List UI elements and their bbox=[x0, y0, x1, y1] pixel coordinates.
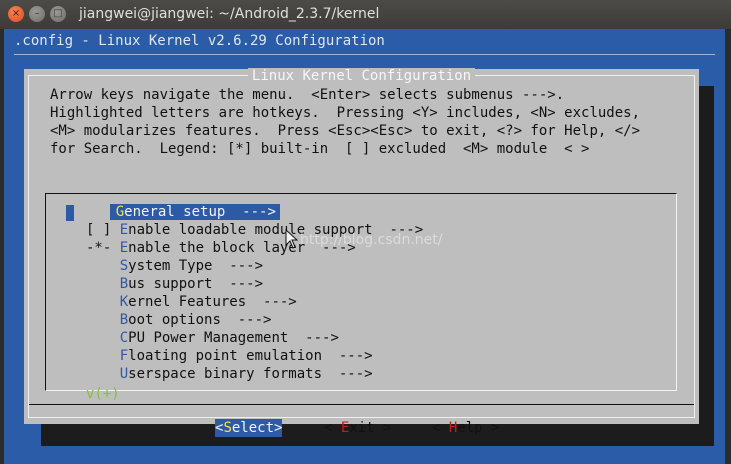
intro-line: Highlighted letters are hotkeys. Pressin… bbox=[50, 105, 641, 121]
selection-marker bbox=[66, 205, 74, 221]
close-icon: × bbox=[11, 8, 21, 19]
window-title: jiangwei@jiangwei: ~/Android_2.3.7/kerne… bbox=[79, 6, 380, 22]
maximize-window-button[interactable]: □ bbox=[50, 6, 66, 22]
menu-item-label: eneral setup ---> bbox=[124, 204, 276, 220]
menu-item-prefix bbox=[86, 348, 120, 364]
menu-item-hotkey: C bbox=[119, 330, 129, 346]
header-divider bbox=[14, 54, 715, 55]
menu-item-label: PU Power Management ---> bbox=[128, 330, 339, 346]
menu-item-hotkey: G bbox=[115, 204, 125, 220]
mouse-pointer-icon bbox=[285, 229, 299, 249]
help-button[interactable]: < Help > bbox=[432, 419, 499, 437]
scroll-more-indicator: v(+) bbox=[86, 386, 120, 402]
menu-item-hotkey: K bbox=[119, 294, 129, 310]
intro-line: Arrow keys navigate the menu. <Enter> se… bbox=[50, 87, 565, 103]
button-divider bbox=[29, 404, 694, 405]
intro-line: <M> modularizes features. Press <Esc><Es… bbox=[50, 123, 641, 139]
menu-item-hotkey: E bbox=[119, 240, 129, 256]
menu-item-label: us support ---> bbox=[128, 276, 264, 292]
menu-item-prefix bbox=[86, 276, 120, 292]
menu-item-prefix bbox=[86, 330, 120, 346]
maximize-icon: □ bbox=[53, 8, 63, 19]
menu-item-userspace-binary-formats[interactable]: Userspace binary formats ---> bbox=[86, 365, 373, 383]
button-hotkey: S bbox=[223, 420, 232, 436]
menu-item-hotkey: S bbox=[119, 258, 129, 274]
menu-item-bus-support[interactable]: Bus support ---> bbox=[86, 275, 263, 293]
menu-item-cpu-power-management[interactable]: CPU Power Management ---> bbox=[86, 329, 339, 347]
menu-item-label: loating point emulation ---> bbox=[128, 348, 373, 364]
minimize-icon: – bbox=[34, 8, 40, 19]
window-titlebar[interactable]: × – □ jiangwei@jiangwei: ~/Android_2.3.7… bbox=[0, 0, 731, 30]
menu-item-prefix bbox=[86, 258, 120, 274]
exit-button[interactable]: < Exit > bbox=[324, 419, 391, 437]
menu-item-kernel-features[interactable]: Kernel Features ---> bbox=[86, 293, 297, 311]
intro-line: for Search. Legend: [*] built-in [ ] exc… bbox=[50, 141, 590, 157]
dialog-title: Linux Kernel Configuration bbox=[24, 67, 699, 85]
menu-item-hotkey: U bbox=[119, 366, 129, 382]
menu-item-hotkey: B bbox=[119, 276, 129, 292]
menu-item-hotkey: B bbox=[119, 312, 129, 328]
menu-item-label: ystem Type ---> bbox=[128, 258, 264, 274]
close-window-button[interactable]: × bbox=[8, 6, 24, 22]
menu-item-prefix bbox=[86, 312, 120, 328]
menu-item-prefix bbox=[86, 294, 120, 310]
menu-item-prefix: -*- bbox=[86, 240, 120, 256]
menu-item-system-type[interactable]: System Type ---> bbox=[86, 257, 263, 275]
menu-item-label: oot options ---> bbox=[128, 312, 272, 328]
select-button[interactable]: <Select> bbox=[215, 419, 283, 437]
menu-item-label: ernel Features ---> bbox=[128, 294, 297, 310]
config-header: .config - Linux Kernel v2.6.29 Configura… bbox=[14, 33, 385, 49]
watermark: http://blog.csdn.net/ bbox=[300, 232, 443, 248]
menu-item-hotkey: E bbox=[119, 222, 129, 238]
menu-item-hotkey: F bbox=[119, 348, 129, 364]
menu-item-floating-point-emulation[interactable]: Floating point emulation ---> bbox=[86, 347, 373, 365]
menu-item-label: serspace binary formats ---> bbox=[128, 366, 373, 382]
menu-item-boot-options[interactable]: Boot options ---> bbox=[86, 311, 272, 329]
menu-item-prefix: [ ] bbox=[86, 222, 120, 238]
menu-item-general-setup[interactable]: General setup ---> bbox=[86, 203, 280, 221]
menu-item-prefix bbox=[86, 366, 120, 382]
minimize-window-button[interactable]: – bbox=[29, 6, 45, 22]
